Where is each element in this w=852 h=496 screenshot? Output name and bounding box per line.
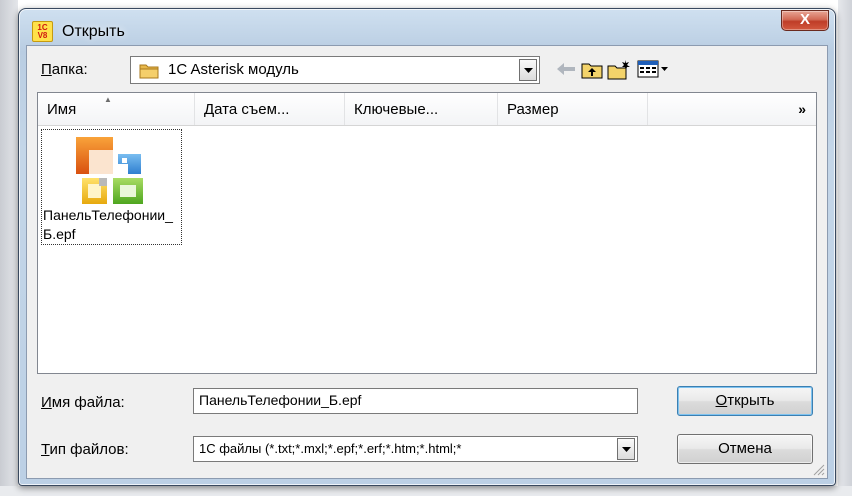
dialog-body: Папка: 1C Asterisk модуль ▲ Имя Дата съе…	[26, 45, 828, 479]
column-header-name[interactable]: ▲ Имя	[38, 93, 195, 125]
new-folder-button[interactable]	[607, 57, 631, 81]
folder-combobox[interactable]: 1C Asterisk модуль	[130, 56, 540, 84]
desktop-backdrop-bottom	[0, 486, 852, 496]
folder-dropdown-button[interactable]	[519, 59, 537, 81]
filetype-label: Тип файлов:	[41, 441, 129, 458]
back-arrow-icon	[557, 63, 575, 75]
filename-label: Имя файла:	[41, 394, 125, 411]
column-header-date[interactable]: Дата съем...	[195, 93, 345, 125]
filename-input[interactable]: ПанельТелефонии_Б.epf	[193, 388, 638, 414]
chevron-down-icon	[621, 446, 631, 452]
office-file-icon	[76, 137, 143, 204]
column-header-size[interactable]: Размер	[498, 93, 648, 125]
view-menu-icon	[637, 60, 668, 78]
resize-grip-icon[interactable]	[811, 462, 825, 476]
file-name: ПанельТелефонии_Б.epf	[43, 207, 173, 242]
folder-label: Папка:	[41, 61, 88, 78]
open-file-dialog: 1С V8 Открыть X Папка: 1C Asterisk модул…	[18, 8, 836, 486]
back-button[interactable]	[554, 57, 578, 81]
window-title: Открыть	[62, 23, 125, 40]
folder-up-icon	[581, 63, 603, 78]
file-item[interactable]: ПанельТелефонии_Б.epf	[41, 129, 182, 245]
cancel-button[interactable]: Отмена	[677, 434, 813, 464]
column-header-keywords[interactable]: Ключевые...	[345, 93, 498, 125]
close-icon: X	[799, 11, 810, 28]
file-list-view[interactable]: ▲ Имя Дата съем... Ключевые... Размер »	[37, 92, 817, 374]
desktop-backdrop-right	[838, 0, 852, 496]
filetype-selected: 1С файлы (*.txt;*.mxl;*.epf;*.erf;*.htm;…	[199, 441, 462, 456]
new-folder-icon	[607, 59, 630, 79]
chevron-down-icon	[523, 67, 533, 73]
close-button[interactable]: X	[781, 10, 829, 31]
open-button[interactable]: Открыть	[677, 386, 813, 416]
sort-ascending-icon: ▲	[104, 95, 112, 104]
column-header-bar: ▲ Имя Дата съем... Ключевые... Размер »	[38, 93, 816, 126]
more-columns-icon[interactable]: »	[798, 101, 806, 117]
folder-current: 1C Asterisk модуль	[168, 61, 299, 78]
folder-icon	[139, 64, 159, 79]
filetype-dropdown-button[interactable]	[617, 438, 635, 460]
view-menu-button[interactable]	[636, 57, 670, 81]
desktop-backdrop-left	[0, 0, 18, 496]
up-folder-button[interactable]	[580, 57, 604, 81]
app-1c-icon: 1С V8	[32, 21, 53, 42]
filetype-select[interactable]: 1С файлы (*.txt;*.mxl;*.epf;*.erf;*.htm;…	[193, 436, 638, 462]
